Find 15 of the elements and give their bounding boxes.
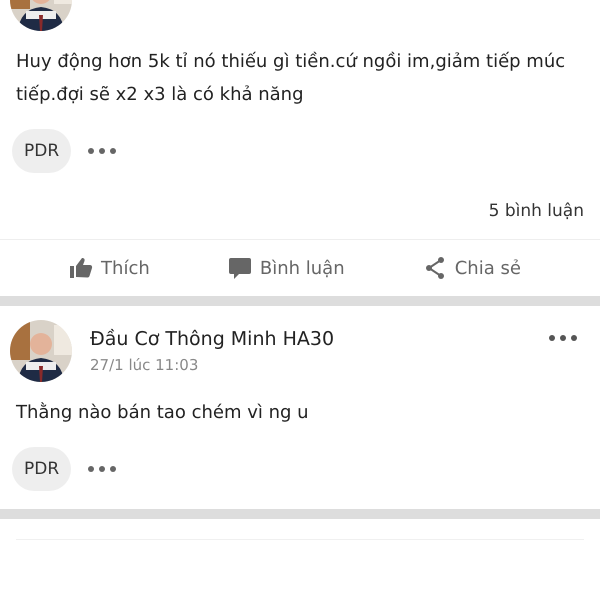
comment-count[interactable]: 5 bình luận: [488, 201, 584, 221]
thumbs-up-icon: [69, 256, 94, 280]
more-icon[interactable]: [548, 334, 578, 342]
author-name[interactable]: Đầu Cơ Thông Minh HA30: [90, 328, 530, 350]
more-icon[interactable]: [87, 465, 118, 473]
more-icon[interactable]: [87, 147, 118, 155]
post-text: Thằng nào bán tao chém vì ng u: [16, 401, 310, 425]
stock-tag[interactable]: PDR: [12, 129, 72, 173]
post-text: Huy động hơn 5k tỉ nó thiếu gì tiền.cứ ngồi im,giảm tiếp múc tiếp.đợi sẽ x2 x3 là có khả năng: [16, 50, 566, 107]
post-time: 27/1 lúc 11:03: [90, 356, 200, 374]
comment-button[interactable]: Bình luận: [220, 250, 353, 286]
like-button[interactable]: Thích: [61, 250, 158, 286]
share-button[interactable]: Chia sẻ: [414, 250, 529, 286]
stock-tag[interactable]: PDR: [12, 447, 72, 491]
speech-bubble-icon: [228, 256, 252, 280]
